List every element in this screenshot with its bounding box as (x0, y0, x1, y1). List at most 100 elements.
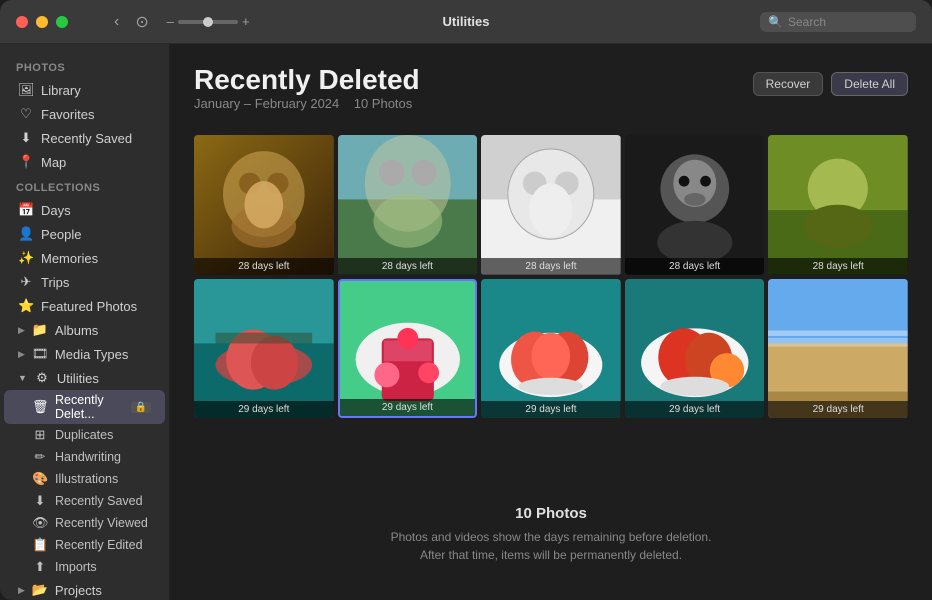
illustrations-icon: 🎨 (32, 471, 48, 487)
photo-cell-10[interactable]: 29 days left (768, 279, 908, 419)
albums-icon: 📁 (32, 322, 48, 338)
collections-section-label: Collections (0, 174, 169, 198)
favorites-icon: ♡ (18, 106, 34, 122)
photo-cell-6[interactable]: 29 days left (194, 279, 334, 419)
minimize-button[interactable] (36, 16, 48, 28)
back-button[interactable]: ‹ (108, 11, 125, 33)
sidebar-sub-item-recently-deleted[interactable]: 🗑 Recently Delet... 🔒 (4, 390, 165, 424)
photo-cell-2[interactable]: 28 days left (338, 135, 478, 275)
expand-arrow-icon: ▶ (18, 585, 25, 596)
photo-img-4 (625, 135, 765, 275)
sidebar-sub-item-label: Duplicates (55, 428, 113, 442)
photo-cell-4[interactable]: 28 days left (625, 135, 765, 275)
memories-icon: ✨ (18, 250, 34, 266)
sidebar-sub-item-duplicates[interactable]: ⊞ Duplicates (4, 424, 165, 446)
photo-days-3: 28 days left (481, 258, 621, 275)
sidebar-sub-item-handwriting[interactable]: ✏ Handwriting (4, 446, 165, 468)
sidebar-item-projects[interactable]: ▶ 📂 Projects (4, 578, 165, 600)
app-window: ‹ ⊙ – + Utilities 🔍 Photos 🖼 Library (0, 0, 932, 600)
photo-cell-3[interactable]: 28 days left (481, 135, 621, 275)
sidebar-item-label: Albums (55, 323, 151, 338)
projects-icon: 📂 (32, 582, 48, 598)
sidebar-item-label: People (41, 227, 151, 242)
photo-img-3 (481, 135, 621, 275)
maximize-button[interactable] (56, 16, 68, 28)
photo-img-7 (340, 281, 476, 417)
content-title-area: Recently Deleted January – February 2024… (194, 64, 420, 127)
search-box[interactable]: 🔍 (760, 12, 916, 32)
photo-cell-8[interactable]: 29 days left (481, 279, 621, 419)
delete-all-button[interactable]: Delete All (831, 72, 908, 96)
sidebar-item-map[interactable]: 📍 Map (4, 150, 165, 174)
photo-days-9: 29 days left (625, 401, 765, 418)
duplicates-icon: ⊞ (32, 427, 48, 443)
photo-img-8 (481, 279, 621, 419)
people-icon: 👤 (18, 226, 34, 242)
footer-line1: Photos and videos show the days remainin… (194, 528, 908, 546)
sidebar-item-trips[interactable]: ✈ Trips (4, 270, 165, 294)
sidebar-sub-item-label: Illustrations (55, 472, 118, 486)
photo-cell-9[interactable]: 29 days left (625, 279, 765, 419)
days-icon: 📅 (18, 202, 34, 218)
sidebar-item-label: Utilities (57, 371, 151, 386)
sidebar-item-recently-saved[interactable]: ⬇ Recently Saved (4, 126, 165, 150)
photo-img-2 (338, 135, 478, 275)
zoom-slider[interactable] (178, 20, 238, 24)
sidebar-item-label: Featured Photos (41, 299, 151, 314)
photo-days-8: 29 days left (481, 401, 621, 418)
sidebar-sub-item-recently-saved-sub[interactable]: ⬇ Recently Saved (4, 490, 165, 512)
sidebar-sub-item-label: Recently Saved (55, 494, 143, 508)
close-button[interactable] (16, 16, 28, 28)
main-layout: Photos 🖼 Library ♡ Favorites ⬇ Recently … (0, 44, 932, 600)
sidebar-sub-item-label: Recently Edited (55, 538, 143, 552)
sidebar-item-label: Media Types (55, 347, 151, 362)
sidebar-sub-item-imports[interactable]: ⬆ Imports (4, 556, 165, 578)
sidebar-sub-item-recently-edited[interactable]: 📋 Recently Edited (4, 534, 165, 556)
sidebar-item-memories[interactable]: ✨ Memories (4, 246, 165, 270)
photo-img-6 (194, 279, 334, 419)
sidebar-item-utilities[interactable]: ▼ ⚙ Utilities (4, 366, 165, 390)
sidebar-item-featured-photos[interactable]: ⭐ Featured Photos (4, 294, 165, 318)
photo-days-6: 29 days left (194, 401, 334, 418)
sidebar-item-media-types[interactable]: ▶ 🎞 Media Types (4, 342, 165, 366)
recently-deleted-icon: 🗑 (32, 399, 48, 415)
photo-img-10 (768, 279, 908, 419)
sidebar-item-people[interactable]: 👤 People (4, 222, 165, 246)
content-footer: 10 Photos Photos and videos show the day… (194, 489, 908, 580)
expand-arrow-expanded-icon: ▼ (18, 373, 27, 383)
sidebar-item-favorites[interactable]: ♡ Favorites (4, 102, 165, 126)
rotate-button[interactable]: ⊙ (129, 10, 154, 34)
recently-viewed-icon: 👁 (32, 515, 48, 531)
sidebar-item-label: Memories (41, 251, 151, 266)
sidebar-item-library[interactable]: 🖼 Library (4, 78, 165, 102)
sidebar-item-label: Favorites (41, 107, 151, 122)
content-subtitle: January – February 2024 10 Photos (194, 96, 420, 111)
sidebar-sub-item-recently-viewed[interactable]: 👁 Recently Viewed (4, 512, 165, 534)
sidebar-item-albums[interactable]: ▶ 📁 Albums (4, 318, 165, 342)
zoom-control: – + (167, 14, 250, 29)
photo-days-2: 28 days left (338, 258, 478, 275)
photo-cell-1[interactable]: 28 days left (194, 135, 334, 275)
sidebar-sub-item-label: Imports (55, 560, 97, 574)
sidebar-sub-item-label: Recently Viewed (55, 516, 148, 530)
nav-controls: ‹ ⊙ – + (108, 10, 250, 34)
photo-cell-5[interactable]: 28 days left (768, 135, 908, 275)
photo-cell-7[interactable]: 29 days left (338, 279, 478, 419)
photo-grid: 28 days left 28 days left (194, 135, 908, 418)
featured-icon: ⭐ (18, 298, 34, 314)
photo-days-10: 29 days left (768, 401, 908, 418)
sidebar-item-label: Map (41, 155, 151, 170)
sidebar-item-days[interactable]: 📅 Days (4, 198, 165, 222)
sidebar-sub-item-illustrations[interactable]: 🎨 Illustrations (4, 468, 165, 490)
recently-edited-icon: 📋 (32, 537, 48, 553)
trips-icon: ✈ (18, 274, 34, 290)
photos-section-label: Photos (0, 54, 169, 78)
content-header: Recently Deleted January – February 2024… (194, 64, 908, 127)
recover-button[interactable]: Recover (753, 72, 824, 96)
search-input[interactable] (788, 15, 908, 29)
titlebar-center: Utilities (443, 14, 490, 29)
date-range: January – February 2024 (194, 96, 339, 111)
sidebar: Photos 🖼 Library ♡ Favorites ⬇ Recently … (0, 44, 170, 600)
utilities-icon: ⚙ (34, 370, 50, 386)
imports-icon: ⬆ (32, 559, 48, 575)
